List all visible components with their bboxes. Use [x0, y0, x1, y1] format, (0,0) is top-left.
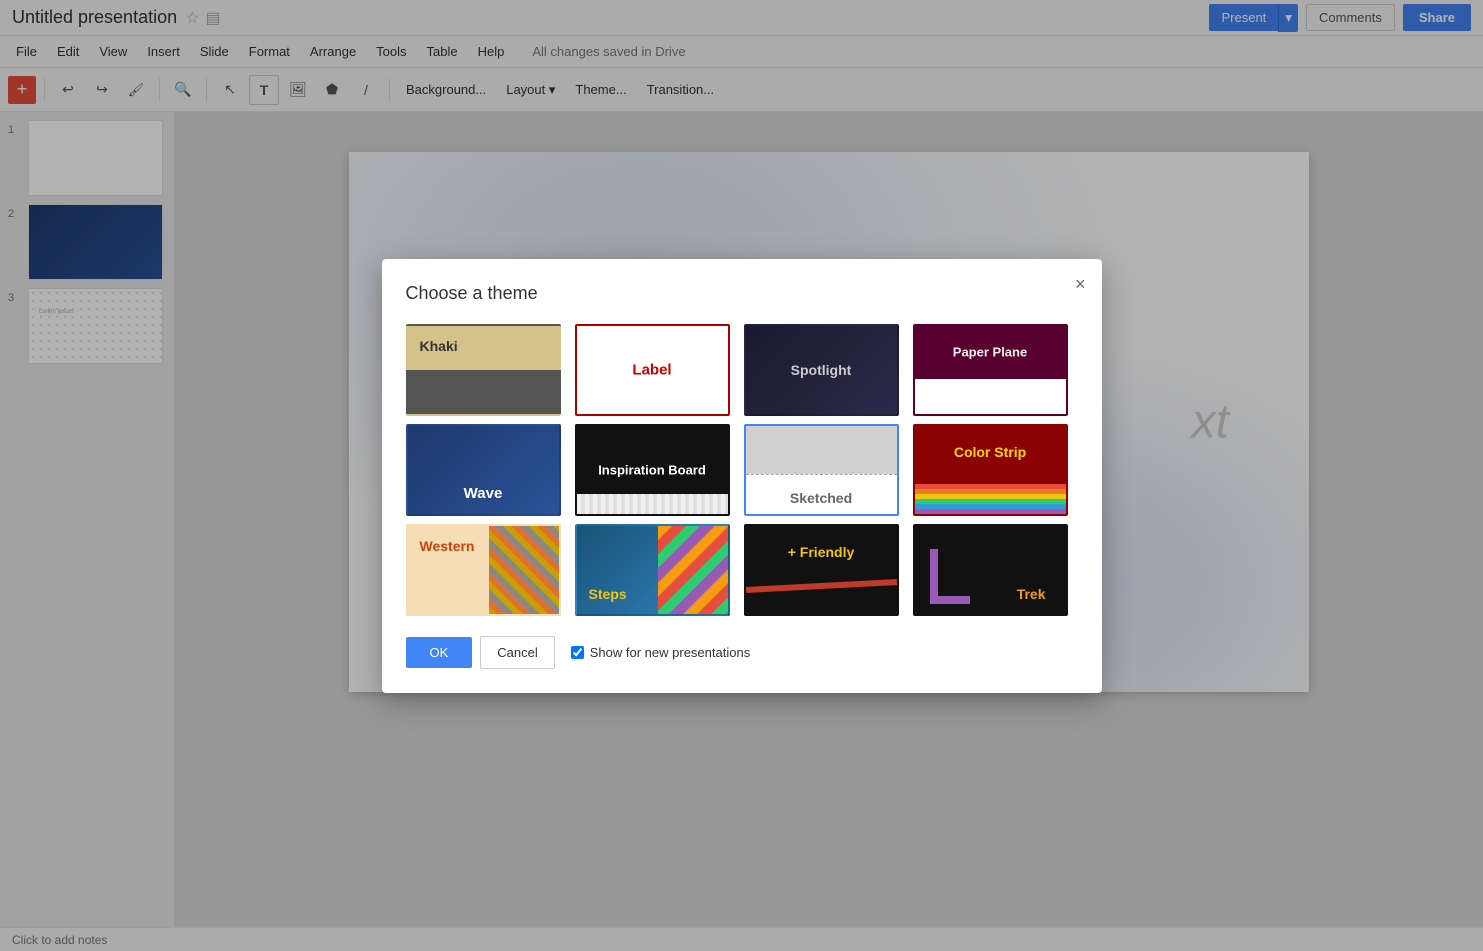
steps-shape — [658, 526, 728, 616]
theme-sketched-label: Sketched — [790, 490, 852, 506]
theme-dialog: Choose a theme × Khaki Label Spotlight P… — [382, 259, 1102, 693]
theme-colorstrip-label: Color Strip — [954, 444, 1026, 460]
theme-label[interactable]: Label — [575, 324, 730, 416]
theme-label-label: Label — [632, 361, 671, 378]
show-for-new-label[interactable]: Show for new presentations — [571, 645, 750, 660]
paper-plane-bottom — [915, 379, 1066, 414]
dialog-footer: OK Cancel Show for new presentations — [406, 636, 1078, 669]
theme-sketched[interactable]: Sketched — [744, 424, 899, 516]
inspiration-strip — [577, 494, 728, 514]
theme-khaki[interactable]: Khaki — [406, 324, 561, 416]
theme-grid: Khaki Label Spotlight Paper Plane Wave — [406, 324, 1078, 616]
theme-steps[interactable]: Steps — [575, 524, 730, 616]
colorstrip-strips — [915, 484, 1066, 514]
western-zigzag — [489, 524, 559, 614]
dialog-overlay[interactable]: Choose a theme × Khaki Label Spotlight P… — [0, 0, 1483, 951]
dialog-close-button[interactable]: × — [1075, 275, 1086, 293]
show-for-new-text: Show for new presentations — [590, 645, 750, 660]
cancel-button[interactable]: Cancel — [480, 636, 554, 669]
theme-paper-plane-label: Paper Plane — [953, 344, 1027, 359]
theme-inspiration[interactable]: Inspiration Board — [575, 424, 730, 516]
theme-spotlight-label: Spotlight — [791, 362, 852, 378]
theme-colorstrip[interactable]: Color Strip — [913, 424, 1068, 516]
theme-paper-plane[interactable]: Paper Plane — [913, 324, 1068, 416]
trek-lshape — [930, 549, 970, 604]
ok-button[interactable]: OK — [406, 637, 473, 668]
theme-friendly[interactable]: + Friendly — [744, 524, 899, 616]
friendly-stroke — [745, 579, 896, 593]
dialog-title: Choose a theme — [406, 283, 1078, 304]
theme-khaki-label: Khaki — [420, 338, 458, 354]
strip-purple — [915, 509, 1066, 514]
theme-western-label: Western — [420, 538, 475, 554]
theme-trek-label: Trek — [1017, 586, 1046, 602]
theme-western[interactable]: Western — [406, 524, 561, 616]
theme-friendly-label: + Friendly — [788, 544, 855, 560]
theme-trek[interactable]: Trek — [913, 524, 1068, 616]
theme-wave[interactable]: Wave — [406, 424, 561, 516]
theme-inspiration-label: Inspiration Board — [598, 462, 706, 477]
show-for-new-checkbox[interactable] — [571, 646, 584, 659]
theme-spotlight[interactable]: Spotlight — [744, 324, 899, 416]
theme-steps-label: Steps — [589, 586, 627, 602]
theme-wave-label: Wave — [464, 485, 503, 502]
